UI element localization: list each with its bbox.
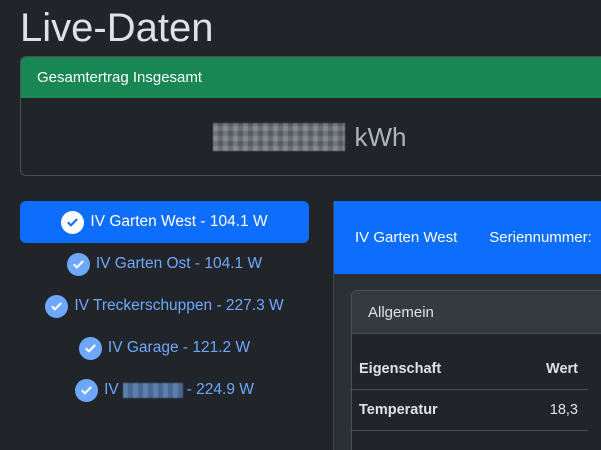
- total-yield-unit: kWh: [354, 121, 407, 152]
- inverter-item-suffix: - 224.9 W: [186, 381, 254, 398]
- inverter-item-redacted[interactable]: IV - 224.9 W: [20, 369, 309, 411]
- property-name: Temperatur: [359, 402, 438, 418]
- general-info-title: Allgemein: [352, 291, 601, 334]
- check-circle-icon: [66, 252, 90, 276]
- page-title: Live-Daten: [20, 6, 214, 50]
- total-yield-card: Gesamtertrag Insgesamt kWh: [20, 56, 601, 176]
- check-circle-icon: [61, 210, 85, 234]
- total-yield-body: kWh: [21, 98, 601, 175]
- total-yield-value-redacted: [212, 123, 345, 151]
- column-header-property: Eigenschaft: [359, 361, 442, 377]
- inverter-item-label: IV Garage - 121.2 W: [107, 339, 251, 356]
- inverter-item-label: IV Garten West - 104.1 W: [90, 213, 268, 230]
- inverter-detail-name: IV Garten West: [355, 229, 458, 246]
- total-yield-header: Gesamtertrag Insgesamt: [21, 57, 601, 98]
- table-header-row: Eigenschaft Wert: [350, 349, 588, 390]
- inverter-item-label: IV Treckerschuppen - 227.3 W: [74, 297, 284, 314]
- inverter-list: IV Garten West - 104.1 W IV Garten Ost -…: [20, 201, 309, 411]
- inverter-item-treckerschuppen[interactable]: IV Treckerschuppen - 227.3 W: [20, 285, 309, 327]
- inverter-item-label: IV Garten Ost - 104.1 W: [95, 255, 263, 272]
- check-circle-icon: [45, 294, 69, 318]
- inverter-name-redacted: [122, 382, 183, 398]
- serial-number-label: Seriennummer:: [489, 229, 592, 246]
- general-info-table: Eigenschaft Wert Temperatur 18,3: [350, 349, 588, 431]
- table-row: Temperatur 18,3: [350, 390, 588, 431]
- inverter-item-prefix: IV: [104, 381, 119, 398]
- inverter-item-garten-west[interactable]: IV Garten West - 104.1 W: [20, 201, 309, 243]
- property-value: 18,3: [549, 402, 578, 418]
- column-header-value: Wert: [546, 361, 578, 377]
- inverter-detail-header: IV Garten West Seriennummer:: [334, 201, 601, 274]
- check-circle-icon: [78, 336, 102, 360]
- inverter-detail-panel: IV Garten West Seriennummer: Allgemein E…: [333, 201, 601, 450]
- inverter-item-garten-ost[interactable]: IV Garten Ost - 104.1 W: [20, 243, 309, 285]
- check-circle-icon: [75, 378, 99, 402]
- inverter-item-garage[interactable]: IV Garage - 121.2 W: [20, 327, 309, 369]
